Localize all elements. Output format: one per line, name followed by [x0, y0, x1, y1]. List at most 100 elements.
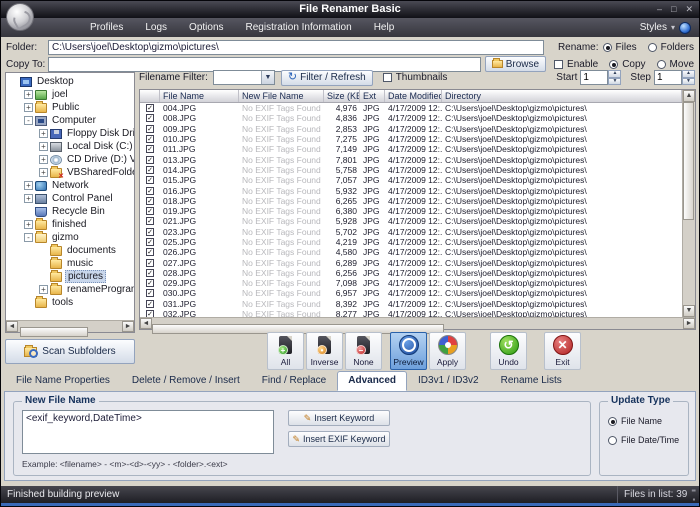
tree-item-pictures[interactable]: pictures: [6, 270, 134, 283]
combo-dropdown-icon[interactable]: ▼: [261, 71, 274, 84]
file-row-011-jpg[interactable]: ✓011.JPGNo EXIF Tags Found7,149JPG4/17/2…: [140, 144, 682, 154]
styles-menu[interactable]: Styles ▾: [640, 22, 699, 34]
exit-button[interactable]: ✕Exit: [544, 332, 581, 370]
tab-rename-lists[interactable]: Rename Lists: [490, 371, 573, 391]
header-checkbox-column[interactable]: [140, 90, 160, 102]
tab-id3v1-id3v2[interactable]: ID3v1 / ID3v2: [407, 371, 490, 391]
file-list-horizontal-scrollbar[interactable]: ◄ ►: [140, 317, 695, 329]
row-checkbox[interactable]: ✓: [146, 217, 154, 225]
menu-logs[interactable]: Logs: [134, 18, 178, 37]
folder-input[interactable]: [48, 40, 544, 55]
tree-item-cd-drive-d-virtualbox-guest[interactable]: +CD Drive (D:) VirtualBox Guest: [6, 153, 134, 166]
row-checkbox[interactable]: ✓: [146, 248, 154, 256]
file-row-004-jpg[interactable]: ✓004.JPGNo EXIF Tags Found4,976JPG4/17/2…: [140, 103, 682, 113]
tree-item-joel[interactable]: +joel: [6, 88, 134, 101]
file-row-027-jpg[interactable]: ✓027.JPGNo EXIF Tags Found6,289JPG4/17/2…: [140, 257, 682, 267]
file-row-023-jpg[interactable]: ✓023.JPGNo EXIF Tags Found5,702JPG4/17/2…: [140, 227, 682, 237]
all-button[interactable]: +All: [267, 332, 304, 370]
minimize-button[interactable]: –: [657, 3, 662, 15]
file-row-014-jpg[interactable]: ✓014.JPGNo EXIF Tags Found5,758JPG4/17/2…: [140, 165, 682, 175]
tab-delete-remove-insert[interactable]: Delete / Remove / Insert: [121, 371, 251, 391]
file-row-008-jpg[interactable]: ✓008.JPGNo EXIF Tags Found4,836JPG4/17/2…: [140, 113, 682, 123]
tree-item-floppy-disk-drive-a[interactable]: +Floppy Disk Drive (A:): [6, 127, 134, 140]
file-row-010-jpg[interactable]: ✓010.JPGNo EXIF Tags Found7,275JPG4/17/2…: [140, 134, 682, 144]
header-size[interactable]: Size (KB): [324, 90, 360, 102]
step-input[interactable]: [654, 70, 682, 85]
tree-item-music[interactable]: music: [6, 257, 134, 270]
rename-files-radio[interactable]: [603, 43, 612, 52]
thumbnails-checkbox[interactable]: [383, 73, 392, 82]
none-button[interactable]: –None: [345, 332, 382, 370]
row-checkbox[interactable]: ✓: [146, 289, 154, 297]
header-ext[interactable]: Ext: [360, 90, 385, 102]
tree-item-network[interactable]: +Network: [6, 179, 134, 192]
maximize-button[interactable]: □: [671, 3, 676, 15]
start-input[interactable]: [580, 70, 608, 85]
filename-filter-combobox[interactable]: ▼: [213, 70, 275, 85]
row-checkbox[interactable]: ✓: [146, 104, 154, 112]
file-row-030-jpg[interactable]: ✓030.JPGNo EXIF Tags Found6,957JPG4/17/2…: [140, 288, 682, 298]
expand-icon[interactable]: +: [39, 155, 48, 164]
file-row-009-jpg[interactable]: ✓009.JPGNo EXIF Tags Found2,853JPG4/17/2…: [140, 124, 682, 134]
header-directory[interactable]: Directory: [442, 90, 682, 102]
expand-icon[interactable]: +: [24, 103, 33, 112]
row-checkbox[interactable]: ✓: [146, 145, 154, 153]
row-checkbox[interactable]: ✓: [146, 228, 154, 236]
start-stepper[interactable]: ▲▼: [608, 70, 621, 85]
filter-refresh-button[interactable]: ↻ Filter / Refresh: [281, 70, 373, 86]
file-row-031-jpg[interactable]: ✓031.JPGNo EXIF Tags Found8,392JPG4/17/2…: [140, 299, 682, 309]
file-row-019-jpg[interactable]: ✓019.JPGNo EXIF Tags Found6,380JPG4/17/2…: [140, 206, 682, 216]
tree-item-gizmo[interactable]: -gizmo: [6, 231, 134, 244]
file-row-032-jpg[interactable]: ✓032.JPGNo EXIF Tags Found8,277JPG4/17/2…: [140, 309, 682, 317]
header-file-name[interactable]: File Name: [160, 90, 239, 102]
close-button[interactable]: ✕: [685, 3, 693, 15]
row-checkbox[interactable]: ✓: [146, 187, 154, 195]
file-row-015-jpg[interactable]: ✓015.JPGNo EXIF Tags Found7,057JPG4/17/2…: [140, 175, 682, 185]
tab-file-name-properties[interactable]: File Name Properties: [5, 371, 121, 391]
tree-item-public[interactable]: +Public: [6, 101, 134, 114]
scroll-up-icon[interactable]: ▲: [683, 90, 695, 102]
menu-profiles[interactable]: Profiles: [79, 18, 134, 37]
row-checkbox[interactable]: ✓: [146, 238, 154, 246]
file-list-vertical-scrollbar[interactable]: ▲ ▼: [682, 90, 695, 317]
tree-item-control-panel[interactable]: +Control Panel: [6, 192, 134, 205]
collapse-icon[interactable]: -: [24, 116, 33, 125]
row-checkbox[interactable]: ✓: [146, 300, 154, 308]
row-checkbox[interactable]: ✓: [146, 310, 154, 317]
menu-options[interactable]: Options: [178, 18, 234, 37]
rename-folders-radio[interactable]: [648, 43, 657, 52]
update-file-name-radio[interactable]: [608, 417, 617, 426]
preview-button[interactable]: Preview: [390, 332, 427, 370]
expand-icon[interactable]: +: [39, 285, 48, 294]
row-checkbox[interactable]: ✓: [146, 125, 154, 133]
expand-icon[interactable]: +: [24, 90, 33, 99]
file-row-028-jpg[interactable]: ✓028.JPGNo EXIF Tags Found6,256JPG4/17/2…: [140, 268, 682, 278]
row-checkbox[interactable]: ✓: [146, 269, 154, 277]
inverse-button[interactable]: •Inverse: [306, 332, 343, 370]
scroll-thumb[interactable]: [683, 102, 694, 220]
row-checkbox[interactable]: ✓: [146, 176, 154, 184]
tree-item-local-disk-c[interactable]: +Local Disk (C:): [6, 140, 134, 153]
row-checkbox[interactable]: ✓: [146, 156, 154, 164]
expand-icon[interactable]: +: [24, 194, 33, 203]
menu-registration-information[interactable]: Registration Information: [235, 18, 363, 37]
file-row-013-jpg[interactable]: ✓013.JPGNo EXIF Tags Found7,801JPG4/17/2…: [140, 154, 682, 164]
update-file-datetime-radio[interactable]: [608, 436, 617, 445]
tree-item-vbsharedfolder-vboxsvr-z[interactable]: +VBSharedFolder (\\vboxsvr) (Z: [6, 166, 134, 179]
tree-item-renameprograms[interactable]: +renamePrograms: [6, 283, 134, 296]
tree-item-computer[interactable]: -Computer: [6, 114, 134, 127]
insert-keyword-button[interactable]: ✎ Insert Keyword: [288, 410, 390, 426]
row-checkbox[interactable]: ✓: [146, 114, 154, 122]
file-row-025-jpg[interactable]: ✓025.JPGNo EXIF Tags Found4,219JPG4/17/2…: [140, 237, 682, 247]
expand-icon[interactable]: +: [24, 220, 33, 229]
tree-item-recycle-bin[interactable]: Recycle Bin: [6, 205, 134, 218]
row-checkbox[interactable]: ✓: [146, 207, 154, 215]
header-new-file-name[interactable]: New File Name: [239, 90, 324, 102]
file-row-016-jpg[interactable]: ✓016.JPGNo EXIF Tags Found5,932JPG4/17/2…: [140, 185, 682, 195]
tree-item-documents[interactable]: documents: [6, 244, 134, 257]
resize-grip[interactable]: ▪▪ ▪: [691, 486, 695, 504]
row-checkbox[interactable]: ✓: [146, 135, 154, 143]
undo-button[interactable]: ↺Undo: [490, 332, 527, 370]
tab-find-replace[interactable]: Find / Replace: [251, 371, 337, 391]
expand-icon[interactable]: +: [39, 142, 48, 151]
